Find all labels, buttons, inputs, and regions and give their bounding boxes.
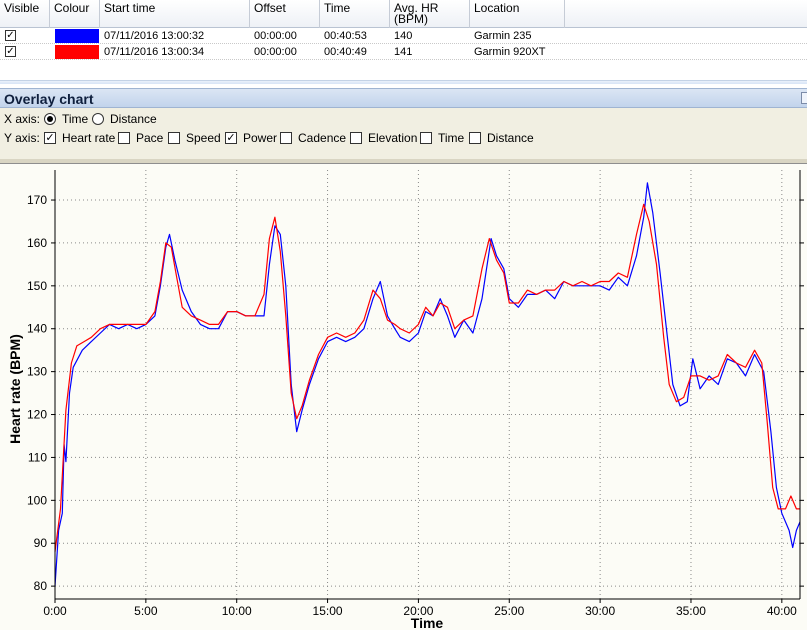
y-tick-label: 80	[34, 579, 48, 593]
offset-cell: 00:00:00	[254, 46, 297, 58]
x-tick-label: 0:00	[43, 604, 67, 618]
start-time-cell: 07/11/2016 13:00:32	[104, 30, 205, 42]
radio-x-time[interactable]	[44, 113, 56, 125]
location-cell: Garmin 920XT	[474, 46, 546, 58]
radio-x-time-label[interactable]: Time	[62, 112, 88, 126]
x-tick-label: 30:00	[585, 604, 615, 618]
visible-checkbox[interactable]: ✓	[5, 30, 16, 41]
y-tick-label: 110	[28, 450, 47, 464]
checkbox-time-label[interactable]: Time	[438, 131, 464, 145]
panel-title-bar: Overlay chart	[0, 88, 807, 108]
offset-cell: 00:00:00	[254, 30, 297, 42]
y-axis-title: Heart rate (BPM)	[7, 334, 23, 444]
x-tick-label: 25:00	[494, 604, 524, 618]
checkbox-speed-label[interactable]: Speed	[186, 131, 221, 145]
panel-title: Overlay chart	[4, 91, 94, 107]
x-tick-label: 5:00	[134, 604, 158, 618]
checkbox-elevation[interactable]	[350, 132, 362, 144]
column-header-offset[interactable]: Offset	[250, 0, 320, 28]
time-cell: 00:40:49	[324, 46, 367, 58]
colour-swatch[interactable]	[55, 45, 99, 59]
y-tick-label: 170	[27, 193, 47, 207]
overlay-panel: Overlay chart X axis: Time Distance Y ax…	[0, 88, 807, 162]
checkbox-cadence[interactable]	[280, 132, 292, 144]
heart-rate-chart[interactable]: 80 90 100 110 120 130 140 150 160 170 0:00 5:00 10:0…	[0, 164, 807, 630]
checkbox-pace-label[interactable]: Pace	[136, 131, 163, 145]
y-tick-label: 120	[27, 408, 47, 422]
y-tick-label: 150	[27, 279, 47, 293]
x-tick-label: 15:00	[313, 604, 343, 618]
time-cell: 00:40:53	[324, 30, 367, 42]
series-line-2[interactable]	[54, 203, 800, 552]
checkbox-elevation-label[interactable]: Elevation	[368, 131, 417, 145]
y-tick-label: 130	[27, 365, 47, 379]
y-axis-label: Y axis:	[4, 131, 40, 145]
y-tick-label: 160	[27, 236, 47, 250]
colour-swatch[interactable]	[55, 29, 99, 43]
visible-checkbox[interactable]: ✓	[5, 46, 16, 57]
checkbox-heart-rate-label[interactable]: Heart rate	[62, 131, 115, 145]
y-axis-options: Y axis: ✓ Heart rate Pace Speed ✓ Power …	[0, 129, 807, 147]
x-axis-options: X axis: Time Distance	[0, 110, 807, 128]
x-tick-label: 10:00	[222, 604, 252, 618]
x-axis-label: X axis:	[4, 112, 41, 126]
column-header-time[interactable]: Time	[320, 0, 390, 28]
checkbox-speed[interactable]	[168, 132, 180, 144]
avg-hr-cell: 141	[394, 46, 413, 58]
y-tick-label: 90	[34, 536, 48, 550]
table-row[interactable]: ✓ 07/11/2016 13:00:32 00:00:00 00:40:53 …	[0, 28, 807, 44]
y-tick-label: 100	[27, 493, 47, 507]
x-axis-title: Time	[411, 615, 444, 630]
x-tick-label: 40:00	[767, 604, 797, 618]
activity-grid: Visible Colour Start time Offset Time Av…	[0, 0, 807, 84]
radio-x-distance[interactable]	[92, 113, 104, 125]
column-header-colour[interactable]: Colour	[50, 0, 100, 28]
checkbox-heart-rate[interactable]: ✓	[44, 132, 56, 144]
column-header-avg-hr[interactable]: Avg. HR (BPM)	[390, 0, 470, 28]
checkbox-cadence-label[interactable]: Cadence	[298, 131, 346, 145]
radio-x-distance-label[interactable]: Distance	[110, 112, 157, 126]
checkbox-power-label[interactable]: Power	[243, 131, 277, 145]
splitter[interactable]	[0, 80, 807, 84]
chart-ticks: 80 90 100 110 120 130 140 150 160 170 0:00 5:00 10:0…	[27, 193, 804, 618]
checkbox-time[interactable]	[420, 132, 432, 144]
y-tick-label: 140	[27, 322, 47, 336]
x-tick-label: 35:00	[676, 604, 706, 618]
column-header-visible[interactable]: Visible	[0, 0, 50, 28]
location-cell: Garmin 235	[474, 30, 532, 42]
avg-hr-cell: 140	[394, 30, 413, 42]
column-header-start-time[interactable]: Start time	[100, 0, 250, 28]
checkbox-distance-label[interactable]: Distance	[487, 131, 534, 145]
overlay-chart[interactable]: 80 90 100 110 120 130 140 150 160 170 0:00 5:00 10:0…	[0, 163, 807, 630]
table-row[interactable]: ✓ 07/11/2016 13:00:34 00:00:00 00:40:49 …	[0, 44, 807, 60]
column-header-location[interactable]: Location	[470, 0, 565, 28]
checkbox-distance[interactable]	[469, 132, 481, 144]
checkbox-power[interactable]: ✓	[225, 132, 237, 144]
start-time-cell: 07/11/2016 13:00:34	[104, 46, 205, 58]
pin-icon[interactable]	[801, 92, 807, 104]
grid-header: Visible Colour Start time Offset Time Av…	[0, 0, 807, 28]
checkbox-pace[interactable]	[118, 132, 130, 144]
